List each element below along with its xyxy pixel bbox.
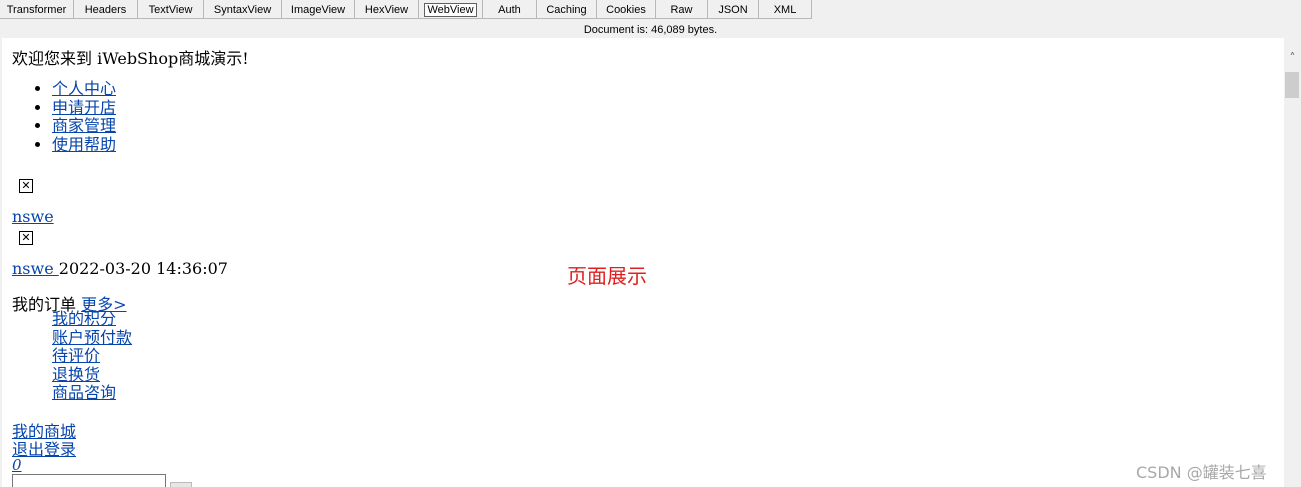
tab-caching[interactable]: Caching bbox=[537, 0, 597, 19]
link-product-inquiry[interactable]: 商品咨询 bbox=[52, 383, 116, 402]
tab-xml[interactable]: XML bbox=[759, 0, 812, 19]
nav-link-seller-admin[interactable]: 商家管理 bbox=[52, 116, 116, 135]
document-size-status: Document is: 46,089 bytes. bbox=[583, 24, 718, 36]
top-nav-list: 个人中心 申请开店 商家管理 使用帮助 bbox=[32, 79, 116, 155]
tab-imageview[interactable]: ImageView bbox=[282, 0, 355, 19]
tab-hexview[interactable]: HexView bbox=[355, 0, 419, 19]
scroll-thumb[interactable] bbox=[1285, 72, 1299, 98]
list-item: 个人中心 bbox=[52, 79, 116, 99]
username-link[interactable]: nswe bbox=[12, 259, 59, 278]
annotation-label: 页面展示 bbox=[567, 264, 647, 288]
login-timestamp: 2022-03-20 14:36:07 bbox=[58, 259, 228, 278]
broken-image-icon: ✕ bbox=[19, 179, 33, 193]
cart-count-link[interactable]: 0 bbox=[12, 456, 22, 474]
nav-link-help[interactable]: 使用帮助 bbox=[52, 135, 116, 154]
link-returns[interactable]: 退换货 bbox=[52, 365, 100, 384]
tab-syntaxview[interactable]: SyntaxView bbox=[204, 0, 282, 19]
vertical-scrollbar[interactable]: ˄ bbox=[1284, 38, 1301, 487]
scroll-up-arrow-icon[interactable]: ˄ bbox=[1284, 50, 1301, 66]
tab-headers[interactable]: Headers bbox=[74, 0, 138, 19]
webview-viewport: 欢迎您来到 iWebShop商城演示! 个人中心 申请开店 商家管理 使用帮助 … bbox=[2, 38, 1284, 487]
link-prepaid-balance[interactable]: 账户预付款 bbox=[52, 328, 132, 347]
welcome-text: 欢迎您来到 iWebShop商城演示! bbox=[12, 49, 249, 68]
link-my-points[interactable]: 我的积分 bbox=[52, 309, 116, 328]
tab-json[interactable]: JSON bbox=[708, 0, 759, 19]
list-item: 使用帮助 bbox=[52, 135, 116, 155]
account-links: 我的积分 账户预付款 待评价 退换货 商品咨询 bbox=[52, 309, 132, 403]
list-item: 申请开店 bbox=[52, 98, 116, 118]
tab-transformer[interactable]: Transformer bbox=[0, 0, 74, 19]
tab-cookies[interactable]: Cookies bbox=[597, 0, 656, 19]
nav-link-user-center[interactable]: 个人中心 bbox=[52, 79, 116, 98]
search-input[interactable] bbox=[12, 474, 166, 487]
watermark-text: CSDN @罐装七喜 bbox=[1136, 463, 1267, 482]
tab-webview[interactable]: WebView bbox=[419, 0, 483, 19]
username-link[interactable]: nswe bbox=[12, 207, 54, 226]
list-item: 商家管理 bbox=[52, 116, 116, 136]
broken-image-icon: ✕ bbox=[19, 231, 33, 245]
tab-raw[interactable]: Raw bbox=[656, 0, 708, 19]
user-login-info: nswe 2022-03-20 14:36:07 bbox=[12, 259, 228, 278]
nav-link-open-store[interactable]: 申请开店 bbox=[52, 98, 116, 117]
link-pending-review[interactable]: 待评价 bbox=[52, 346, 100, 365]
tab-auth[interactable]: Auth bbox=[483, 0, 537, 19]
inspector-tabbar: Transformer Headers TextView SyntaxView … bbox=[0, 0, 1301, 20]
tab-textview[interactable]: TextView bbox=[138, 0, 204, 19]
search-button[interactable] bbox=[170, 482, 192, 487]
